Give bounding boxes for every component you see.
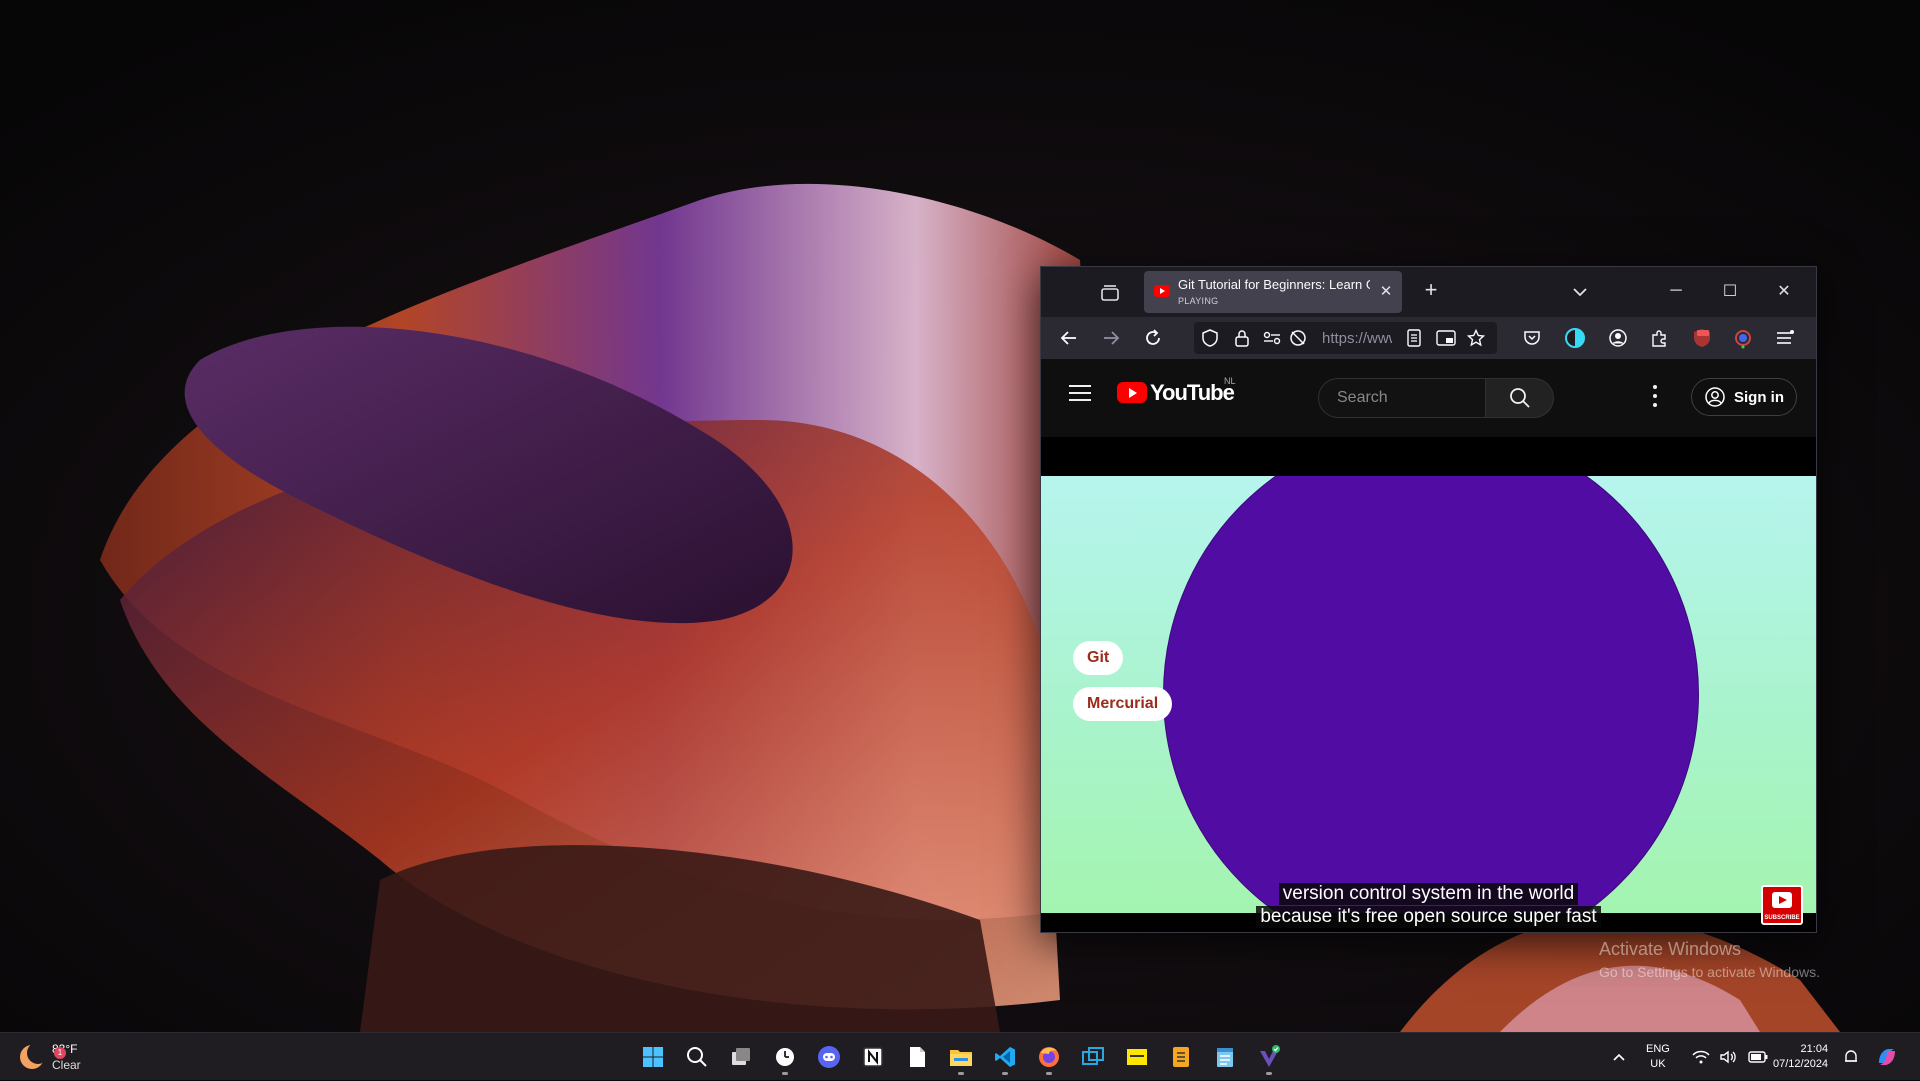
app-menu-icon[interactable]: [1771, 325, 1799, 351]
sign-in-label: Sign in: [1734, 388, 1784, 406]
vivaldi-icon[interactable]: [1251, 1039, 1287, 1075]
git-pill: Git: [1073, 641, 1124, 675]
tab-close-icon[interactable]: ✕: [1378, 284, 1394, 300]
windows-start-icon[interactable]: [635, 1039, 671, 1075]
remote-desktop-icon[interactable]: [1075, 1039, 1111, 1075]
tab-bar: Git Tutorial for Beginners: Learn Git in…: [1041, 267, 1816, 317]
language-code: ENG: [1646, 1043, 1670, 1055]
firefox-window: Git Tutorial for Beginners: Learn Git in…: [1040, 266, 1817, 933]
address-bar[interactable]: https://www.youtube.com/watch: [1194, 322, 1497, 354]
volume-icon: [1720, 1050, 1736, 1064]
search-box: [1318, 378, 1486, 418]
maximize-button[interactable]: ☐: [1710, 277, 1750, 305]
ublock-extension-icon[interactable]: [1688, 325, 1716, 351]
search-icon[interactable]: [679, 1039, 715, 1075]
wifi-icon: [1692, 1050, 1710, 1064]
caption-line-2-wrap: because it's free open source super fast: [1041, 906, 1816, 928]
tab-playing-status: PLAYING: [1178, 296, 1219, 306]
reload-icon[interactable]: [1139, 325, 1167, 351]
video-player[interactable]: Git Mercurial version control system in …: [1041, 437, 1816, 932]
activate-windows-watermark: Activate Windows Go to Settings to activ…: [1599, 939, 1820, 980]
navigation-toolbar: https://www.youtube.com/watch: [1041, 317, 1816, 359]
firefox-icon[interactable]: [1031, 1039, 1067, 1075]
tracking-protection-shield-icon[interactable]: [1200, 328, 1220, 348]
subscribe-label: SUBSCRIBE: [1764, 915, 1800, 921]
copilot-icon[interactable]: [1875, 1033, 1899, 1081]
guide-menu-icon[interactable]: [1069, 385, 1091, 403]
picture-in-picture-icon[interactable]: [1436, 328, 1456, 348]
tab-title: Git Tutorial for Beginners: Learn Git in…: [1178, 277, 1370, 292]
caption-line-2: because it's free open source super fast: [1256, 906, 1601, 928]
moon-weather-icon: [20, 1042, 49, 1069]
search-icon: [1509, 388, 1530, 408]
notifications-bell-icon[interactable]: [1843, 1033, 1859, 1081]
user-icon: [1705, 387, 1725, 407]
subscribe-watermark-icon[interactable]: SUBSCRIBE: [1761, 885, 1803, 925]
active-tab[interactable]: Git Tutorial for Beginners: Learn Git in…: [1144, 271, 1402, 313]
video-frame: Git Mercurial: [1041, 476, 1816, 913]
back-arrow-icon[interactable]: [1055, 325, 1083, 351]
sublime-icon[interactable]: [1163, 1039, 1199, 1075]
caption-line-1-wrap: version control system in the world: [1041, 883, 1816, 905]
show-hidden-icons-chevron-icon[interactable]: [1612, 1033, 1626, 1081]
weather-widget[interactable]: 1 83°F Clear: [20, 1041, 81, 1073]
close-window-button[interactable]: ✕: [1764, 277, 1804, 305]
clock-date: 07/12/2024: [1773, 1058, 1829, 1070]
camera-blocked-icon[interactable]: [1288, 328, 1308, 348]
discord-icon[interactable]: [811, 1039, 847, 1075]
caption-line-1: version control system in the world: [1278, 883, 1579, 905]
account-icon[interactable]: [1604, 325, 1632, 351]
youtube-favicon-icon: [1154, 285, 1170, 297]
clock-app-icon[interactable]: [767, 1039, 803, 1075]
video-circle-graphic: [1163, 476, 1699, 913]
url-text: https://www.youtube.com/watch: [1322, 330, 1392, 347]
minimize-button[interactable]: ─: [1656, 277, 1696, 305]
permissions-icon[interactable]: [1262, 328, 1282, 348]
mercurial-pill: Mercurial: [1073, 687, 1173, 721]
youtube-play-icon: [1117, 382, 1147, 403]
task-view-icon[interactable]: [723, 1039, 759, 1075]
clock-time: 21:04: [1800, 1043, 1829, 1055]
taskbar-apps: [635, 1039, 1287, 1075]
notion-icon[interactable]: [855, 1039, 891, 1075]
file-explorer-icon[interactable]: [943, 1039, 979, 1075]
search-button[interactable]: [1486, 378, 1554, 418]
extensions-puzzle-icon[interactable]: [1646, 325, 1674, 351]
youtube-wordmark: YouTube: [1150, 380, 1235, 405]
activate-subtitle: Go to Settings to activate Windows.: [1599, 964, 1820, 980]
clock[interactable]: 21:04 07/12/2024: [1773, 1033, 1828, 1081]
weather-badge: 1: [54, 1047, 66, 1059]
new-tab-button[interactable]: +: [1419, 279, 1443, 303]
sign-in-button[interactable]: Sign in: [1691, 378, 1797, 416]
settings-kebab-icon[interactable]: [1651, 385, 1659, 407]
input-language-indicator[interactable]: ENG UK: [1646, 1033, 1670, 1081]
extension-cat-icon[interactable]: [1729, 325, 1757, 351]
sticky-note-icon[interactable]: [1119, 1039, 1155, 1075]
search-input[interactable]: [1335, 388, 1469, 408]
vscode-icon[interactable]: [987, 1039, 1023, 1075]
pocket-icon[interactable]: [1518, 325, 1546, 351]
battery-icon: [1748, 1051, 1768, 1063]
language-region: UK: [1650, 1058, 1666, 1070]
youtube-header: YouTube NL Sign in: [1041, 359, 1816, 437]
bookmark-star-icon[interactable]: [1466, 328, 1486, 348]
dark-reader-extension-icon[interactable]: [1561, 325, 1589, 351]
list-all-tabs-chevron-icon[interactable]: [1569, 281, 1591, 303]
quick-settings-tray[interactable]: [1692, 1033, 1768, 1081]
notepad-icon[interactable]: [1207, 1039, 1243, 1075]
lock-icon[interactable]: [1232, 328, 1252, 348]
file-icon[interactable]: [899, 1039, 935, 1075]
reader-view-icon[interactable]: [1404, 328, 1424, 348]
forward-arrow-icon[interactable]: [1097, 325, 1125, 351]
tab-list-icon[interactable]: [1096, 279, 1124, 307]
weather-condition: Clear: [52, 1058, 81, 1072]
country-code: NL: [1224, 376, 1236, 386]
activate-title: Activate Windows: [1599, 939, 1742, 959]
taskbar: 1 83°F Clear: [0, 1032, 1920, 1080]
